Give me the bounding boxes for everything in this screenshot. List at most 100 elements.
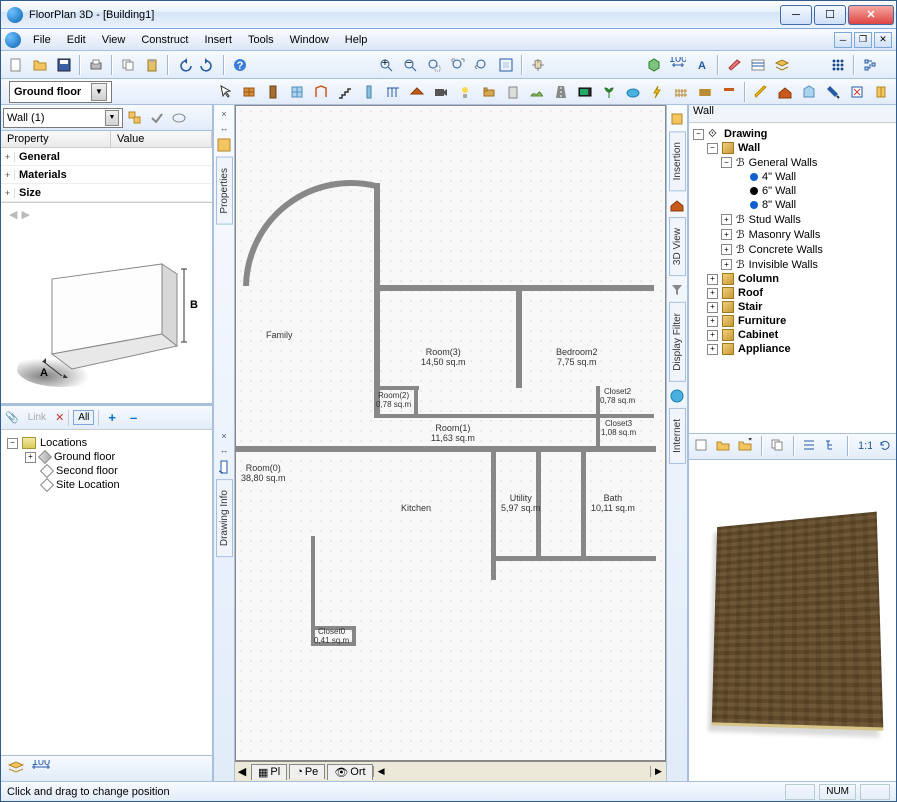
misc-tool-1[interactable]	[718, 81, 740, 103]
cat-rotate-button[interactable]	[877, 435, 895, 457]
layers-button[interactable]	[771, 54, 793, 76]
door-tool[interactable]	[262, 81, 284, 103]
menu-tools[interactable]: Tools	[240, 32, 282, 48]
mdi-close-button[interactable]: ✕	[874, 32, 892, 48]
prop-button-1[interactable]	[147, 108, 167, 128]
dimensions-button[interactable]: 100	[667, 54, 689, 76]
terrain-tool[interactable]	[526, 81, 548, 103]
save-button[interactable]	[53, 54, 75, 76]
menu-edit[interactable]: Edit	[59, 32, 94, 48]
tab-icon-2[interactable]	[216, 459, 232, 475]
link-delete-button[interactable]: ✕	[55, 411, 64, 424]
catalog-stair[interactable]: Stair	[738, 301, 762, 313]
prev-arrow-icon[interactable]: ◀	[9, 208, 17, 221]
zoom-selection-button[interactable]	[495, 54, 517, 76]
tree-toggle-button[interactable]	[859, 54, 881, 76]
catalog-8-wall[interactable]: 8" Wall	[762, 199, 796, 211]
road-tool[interactable]	[550, 81, 572, 103]
group-size[interactable]: Size	[15, 187, 41, 199]
column-tool[interactable]	[358, 81, 380, 103]
properties-list-button[interactable]	[747, 54, 769, 76]
measure-tool[interactable]	[750, 81, 772, 103]
menu-insert[interactable]: Insert	[196, 32, 240, 48]
tab-ortho[interactable]: 👁Ort	[327, 764, 372, 780]
redo-button[interactable]	[197, 54, 219, 76]
tab-icon-internet[interactable]	[669, 388, 685, 404]
scroll-right-button[interactable]: ▶	[650, 766, 666, 777]
furniture-tool[interactable]	[478, 81, 500, 103]
stair-tool[interactable]	[334, 81, 356, 103]
print-button[interactable]	[85, 54, 107, 76]
display-filter-tab[interactable]: Display Filter	[669, 302, 686, 382]
internet-tab[interactable]: Internet	[669, 408, 686, 464]
new-button[interactable]	[5, 54, 27, 76]
wall-tool[interactable]	[238, 81, 260, 103]
location-second-floor[interactable]: Second floor	[56, 465, 118, 477]
expand-icon[interactable]: +	[707, 316, 718, 327]
tab-scroll-left-icon[interactable]: ◀	[235, 765, 249, 778]
tab-icon-insertion[interactable]	[669, 111, 685, 127]
catalog-furniture[interactable]: Furniture	[738, 315, 786, 327]
cat-list-button[interactable]	[801, 435, 819, 457]
menu-file[interactable]: File	[25, 32, 59, 48]
mdi-restore-button[interactable]: ❐	[854, 32, 872, 48]
minimize-button[interactable]: ─	[780, 5, 812, 25]
catalog-roof[interactable]: Roof	[738, 287, 763, 299]
catalog-invisible-walls[interactable]: Invisible Walls	[749, 259, 818, 271]
dimensions-shortcut-icon[interactable]: 100	[31, 760, 51, 777]
zoom-window-button[interactable]	[423, 54, 445, 76]
insertion-tab[interactable]: Insertion	[669, 131, 686, 191]
all-filter-button[interactable]: All	[73, 410, 94, 425]
tab-plan[interactable]: ▦Pl	[251, 764, 287, 780]
catalog-wall[interactable]: Wall	[738, 142, 760, 154]
panel-close-icon[interactable]: ×	[218, 109, 230, 121]
text-button[interactable]: A	[691, 54, 713, 76]
roof-tool[interactable]	[406, 81, 428, 103]
tab-icon-3dview[interactable]	[669, 197, 685, 213]
help-button[interactable]: ?	[229, 54, 251, 76]
scroll-left-button[interactable]: ◀	[373, 766, 389, 777]
3d-view-button[interactable]	[643, 54, 665, 76]
house-wizard-button[interactable]	[774, 81, 796, 103]
properties-tab[interactable]: Properties	[216, 157, 233, 225]
expand-icon[interactable]: +	[721, 229, 732, 240]
expand-icon[interactable]: +	[721, 259, 732, 270]
catalog-masonry-walls[interactable]: Masonry Walls	[749, 229, 821, 241]
railing-tool[interactable]	[382, 81, 404, 103]
floorplan-canvas[interactable]: Family Room(3) 14,50 sq.m Bedroom2 7,75 …	[235, 105, 666, 761]
cat-folder-button[interactable]: *	[737, 435, 755, 457]
expand-icon[interactable]: +	[1, 188, 15, 198]
expand-icon[interactable]: +	[721, 214, 732, 225]
next-arrow-icon[interactable]: ▶	[21, 208, 29, 221]
expand-icon[interactable]: +	[1, 152, 15, 162]
catalog-6-wall[interactable]: 6" Wall	[762, 185, 796, 197]
mdi-minimize-button[interactable]: ─	[834, 32, 852, 48]
panel-close-icon[interactable]: ×	[218, 431, 230, 443]
cat-copy-button[interactable]	[769, 435, 787, 457]
fence-tool[interactable]	[670, 81, 692, 103]
cat-new-button[interactable]	[693, 435, 711, 457]
window-tool[interactable]	[286, 81, 308, 103]
link-button[interactable]: 📎	[5, 411, 19, 424]
zoom-fit-button[interactable]	[447, 54, 469, 76]
panel-arrows-icon[interactable]: ↔	[220, 123, 229, 133]
drawing-info-tab[interactable]: Drawing Info	[216, 479, 233, 557]
catalog-drawing[interactable]: Drawing	[724, 128, 767, 140]
location-ground-floor[interactable]: Ground floor	[54, 451, 115, 463]
expand-icon[interactable]: +	[25, 452, 36, 463]
zoom-previous-button[interactable]	[471, 54, 493, 76]
remove-location-button[interactable]: –	[125, 408, 142, 427]
expand-icon[interactable]: +	[707, 330, 718, 341]
catalog-button[interactable]	[870, 81, 892, 103]
catalog-column[interactable]: Column	[738, 273, 779, 285]
catalog-concrete-walls[interactable]: Concrete Walls	[749, 244, 823, 256]
delete-button[interactable]	[723, 54, 745, 76]
object-selector[interactable]: Wall (1) ▼	[3, 108, 123, 128]
close-button[interactable]: ✕	[848, 5, 894, 25]
group-general[interactable]: General	[15, 151, 60, 163]
light-tool[interactable]	[454, 81, 476, 103]
menu-window[interactable]: Window	[282, 32, 337, 48]
group-materials[interactable]: Materials	[15, 169, 67, 181]
catalog-stud-walls[interactable]: Stud Walls	[749, 214, 801, 226]
zoom-out-button[interactable]: −	[399, 54, 421, 76]
